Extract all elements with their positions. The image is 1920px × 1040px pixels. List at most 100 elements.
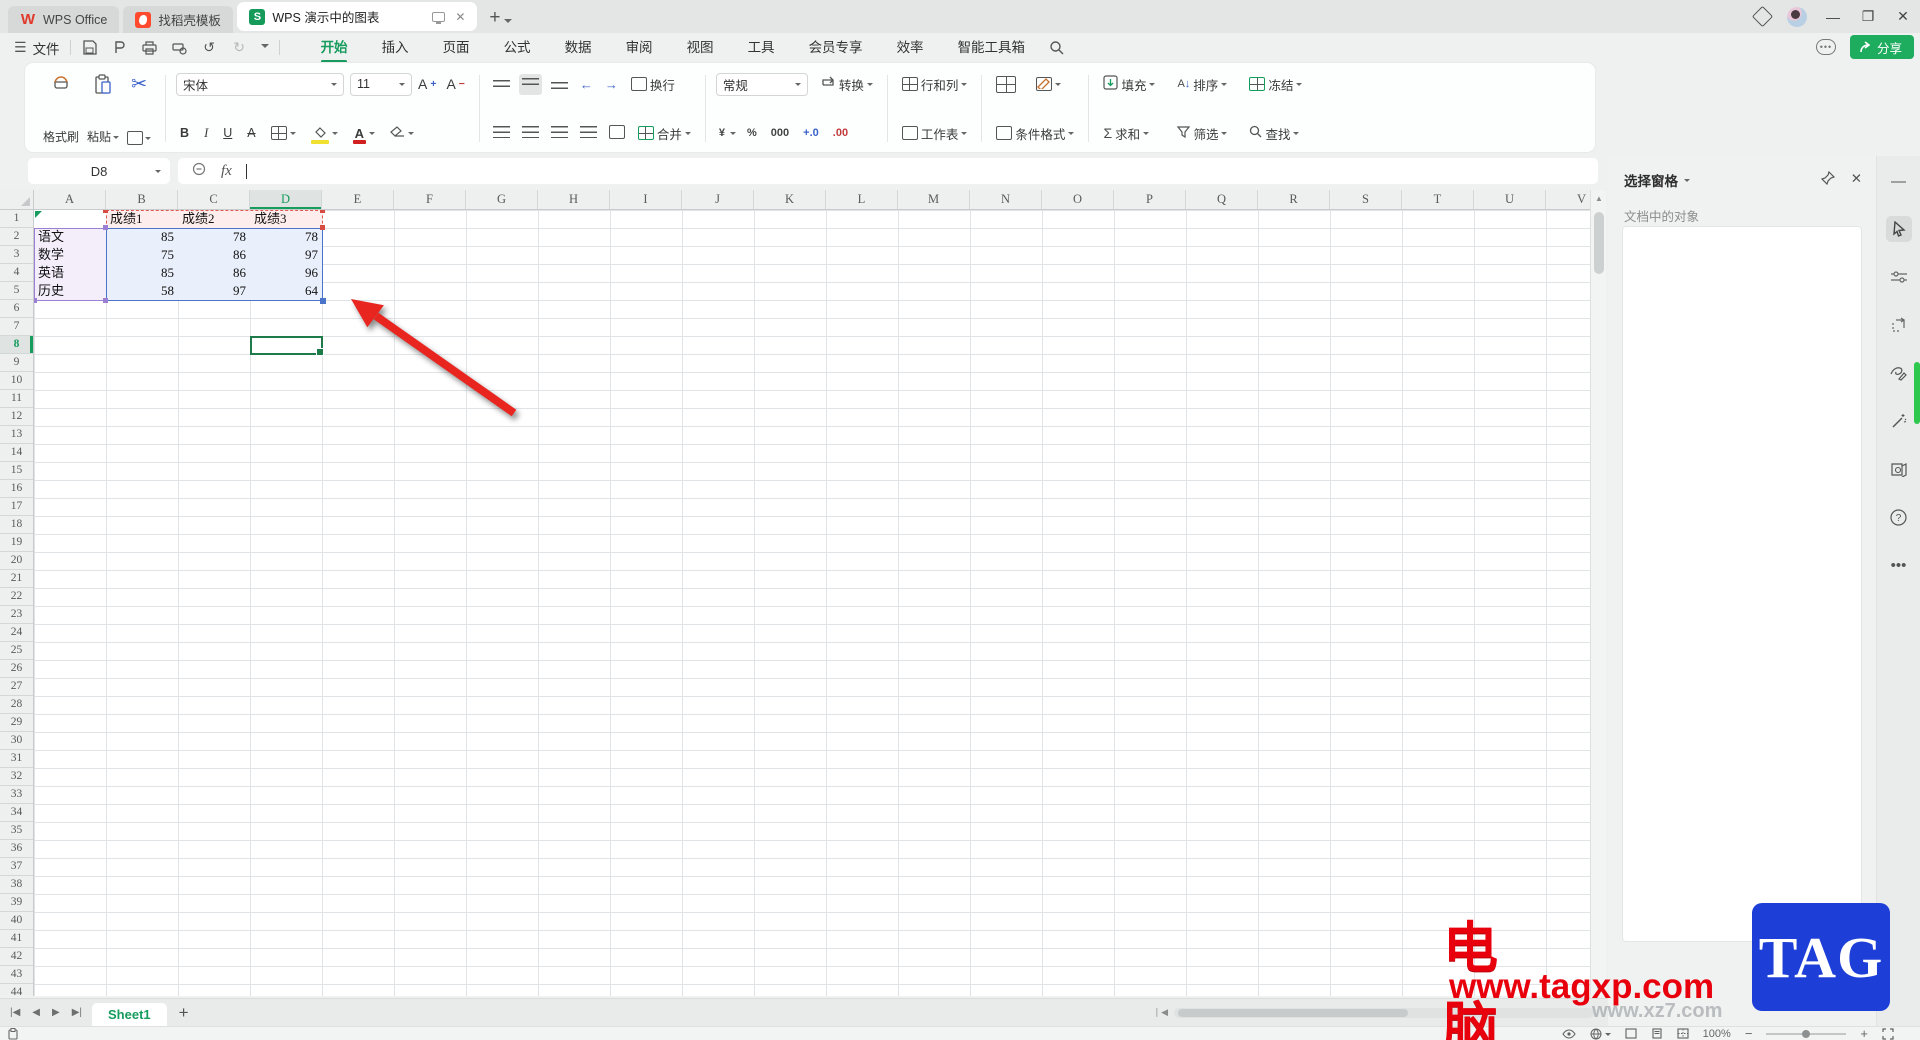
- fit-screen-icon[interactable]: [1882, 1027, 1894, 1040]
- scroll-left-icon[interactable]: ◀: [1161, 1007, 1168, 1018]
- row-header-28[interactable]: 28: [0, 696, 33, 714]
- cell-A2[interactable]: 语文: [34, 228, 106, 246]
- zoom-in-button[interactable]: +: [1860, 1026, 1868, 1040]
- column-header-J[interactable]: J: [682, 190, 754, 209]
- decrease-indent-button[interactable]: ←: [577, 74, 596, 95]
- column-header-E[interactable]: E: [322, 190, 394, 209]
- tab-wps-home[interactable]: W WPS Office: [8, 6, 120, 33]
- zoom-slider-handle[interactable]: [1802, 1029, 1811, 1038]
- align-bottom-button[interactable]: [548, 74, 571, 95]
- horizontal-scroll-thumb[interactable]: [1178, 1008, 1408, 1017]
- scroll-up-icon[interactable]: ▲: [1591, 190, 1607, 206]
- column-header-C[interactable]: C: [178, 190, 250, 209]
- row-header-20[interactable]: 20: [0, 552, 33, 570]
- scroll-down-icon[interactable]: ▼: [1591, 980, 1607, 996]
- cell-D5[interactable]: 64: [250, 282, 322, 300]
- column-header-Q[interactable]: Q: [1186, 190, 1258, 209]
- prev-sheet-icon[interactable]: ◀: [32, 1007, 40, 1018]
- cell-D1[interactable]: 成绩3: [250, 210, 322, 228]
- column-header-V[interactable]: V: [1546, 190, 1590, 209]
- column-header-P[interactable]: P: [1114, 190, 1186, 209]
- spreadsheet-grid[interactable]: 成绩1 成绩2 成绩3 语文 数学 英语 历史 85 78 78 75 86 97 85 86 96 58 97 6…: [34, 210, 1590, 996]
- horizontal-scrollbar[interactable]: [1174, 1007, 1594, 1018]
- align-justify-button[interactable]: [577, 123, 600, 144]
- sort-button[interactable]: A↓ 排序: [1173, 73, 1231, 96]
- row-header-4[interactable]: 4: [0, 264, 33, 282]
- print-preview-icon[interactable]: [171, 39, 188, 56]
- print-icon[interactable]: [141, 39, 158, 56]
- menu-tab-页面[interactable]: 页面: [426, 33, 487, 62]
- column-header-G[interactable]: G: [466, 190, 538, 209]
- menu-tab-智能工具箱[interactable]: 智能工具箱: [941, 33, 1043, 62]
- active-cell-D8[interactable]: [250, 336, 324, 356]
- column-header-O[interactable]: O: [1042, 190, 1114, 209]
- row-header-2[interactable]: 2: [0, 228, 33, 246]
- share-button[interactable]: 分享: [1849, 35, 1914, 59]
- menu-tab-公式[interactable]: 公式: [487, 33, 548, 62]
- zoom-out-button[interactable]: −: [1745, 1026, 1753, 1040]
- column-header-M[interactable]: M: [898, 190, 970, 209]
- cell-D4[interactable]: 96: [250, 264, 322, 282]
- row-header-44[interactable]: 44: [0, 984, 33, 996]
- add-sheet-button[interactable]: +: [179, 1003, 189, 1023]
- row-header-36[interactable]: 36: [0, 840, 33, 858]
- object-list[interactable]: [1622, 226, 1862, 942]
- row-header-39[interactable]: 39: [0, 894, 33, 912]
- save-icon[interactable]: [81, 39, 98, 56]
- row-header-35[interactable]: 35: [0, 822, 33, 840]
- formula-bar[interactable]: fx: [178, 158, 1598, 184]
- menu-tab-插入[interactable]: 插入: [365, 33, 426, 62]
- merge-cells-button[interactable]: 合并: [634, 122, 695, 145]
- bold-button[interactable]: B: [176, 124, 193, 142]
- row-header-18[interactable]: 18: [0, 516, 33, 534]
- menu-tab-工具[interactable]: 工具: [731, 33, 792, 62]
- cell-C4[interactable]: 86: [178, 264, 250, 282]
- number-format-select[interactable]: 常规: [715, 72, 808, 96]
- table-style-button[interactable]: [992, 74, 1020, 95]
- column-header-I[interactable]: I: [610, 190, 682, 209]
- row-header-6[interactable]: 6: [0, 300, 33, 318]
- column-header-H[interactable]: H: [538, 190, 610, 209]
- file-menu[interactable]: ☰ 文件: [14, 38, 60, 58]
- tab-active-document[interactable]: S WPS 演示中的图表 ✕: [237, 2, 478, 31]
- selection-pane-title-button[interactable]: 选择窗格: [1624, 170, 1690, 190]
- row-header-8[interactable]: 8: [0, 336, 33, 354]
- row-header-40[interactable]: 40: [0, 912, 33, 930]
- column-header-F[interactable]: F: [394, 190, 466, 209]
- undo-icon[interactable]: ↺: [201, 39, 218, 56]
- column-header-A[interactable]: A: [34, 190, 106, 209]
- pane-split-icon[interactable]: ∣: [1155, 1007, 1160, 1018]
- font-size-select[interactable]: 11: [350, 72, 413, 96]
- row-header-10[interactable]: 10: [0, 372, 33, 390]
- convert-button[interactable]: 转换: [816, 73, 877, 96]
- cell-C2[interactable]: 78: [178, 228, 250, 246]
- restore-button[interactable]: ❐: [1859, 8, 1877, 25]
- sheet-tab-sheet1[interactable]: Sheet1: [92, 1002, 167, 1027]
- column-header-L[interactable]: L: [826, 190, 898, 209]
- document-search-icon[interactable]: [1886, 456, 1912, 482]
- zoom-slider[interactable]: [1766, 1029, 1847, 1038]
- column-header-D[interactable]: D: [250, 190, 322, 209]
- row-header-11[interactable]: 11: [0, 390, 33, 408]
- row-header-12[interactable]: 12: [0, 408, 33, 426]
- row-header-14[interactable]: 14: [0, 444, 33, 462]
- row-header-43[interactable]: 43: [0, 966, 33, 984]
- row-header-17[interactable]: 17: [0, 498, 33, 516]
- row-header-27[interactable]: 27: [0, 678, 33, 696]
- name-box[interactable]: D8: [28, 158, 170, 184]
- row-header-7[interactable]: 7: [0, 318, 33, 336]
- align-left-button[interactable]: [490, 123, 513, 144]
- cell-B3[interactable]: 75: [106, 246, 178, 264]
- page-layout-view-icon[interactable]: [1651, 1028, 1663, 1039]
- normal-view-icon[interactable]: [1625, 1028, 1637, 1039]
- column-header-T[interactable]: T: [1402, 190, 1474, 209]
- tab-docer-templates[interactable]: 找稻壳模板: [123, 6, 234, 33]
- increase-decimal-button[interactable]: +.0: [800, 126, 822, 140]
- select-cursor-icon[interactable]: [1885, 216, 1912, 242]
- cell-A5[interactable]: 历史: [34, 282, 106, 300]
- copy-button[interactable]: [127, 131, 152, 145]
- row-header-3[interactable]: 3: [0, 246, 33, 264]
- increase-indent-button[interactable]: →: [602, 74, 621, 95]
- format-painter-button[interactable]: 格式刷: [39, 71, 83, 146]
- macro-record-icon[interactable]: [8, 1027, 19, 1040]
